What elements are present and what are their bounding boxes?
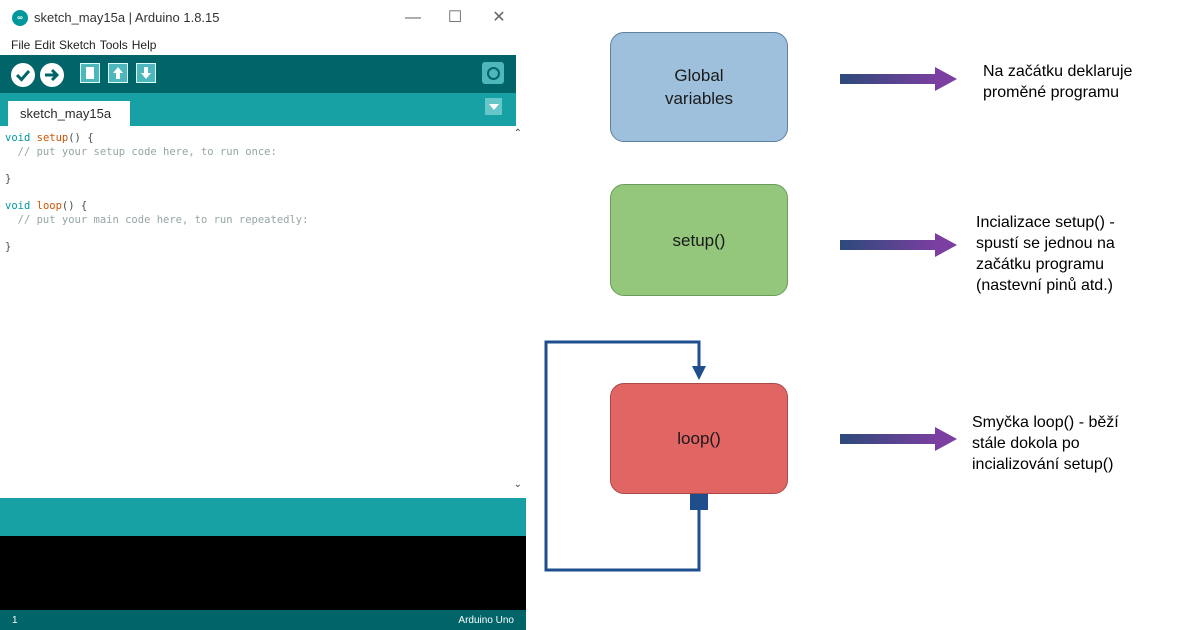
- loop-description: Smyčka loop() - běží stále dokola po inc…: [972, 414, 1119, 473]
- global-variables-box: Global variables: [610, 32, 788, 142]
- global-description: Na začátku deklaruje proměné programu: [983, 63, 1133, 101]
- global-variables-label: Global variables: [664, 66, 734, 108]
- arrow-setup: [840, 233, 957, 257]
- setup-label: setup(): [672, 230, 726, 250]
- loop-box: loop(): [610, 383, 788, 494]
- loop-label: loop(): [677, 429, 721, 448]
- setup-description: Incializace setup() - spustí se jednou n…: [976, 214, 1115, 294]
- arrow-loop: [840, 427, 957, 451]
- setup-box: setup(): [610, 184, 788, 296]
- arrow-global: [840, 67, 957, 91]
